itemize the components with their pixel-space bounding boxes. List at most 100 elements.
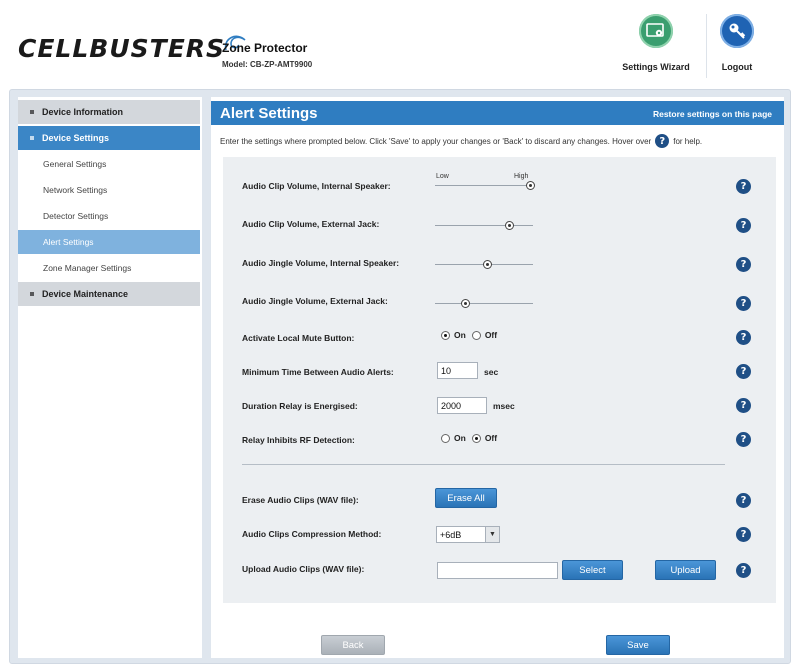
chevron-down-icon: ▼ — [485, 527, 499, 542]
radio-on-label: On — [454, 330, 466, 340]
back-button[interactable]: Back — [321, 635, 385, 655]
relay-duration-input[interactable] — [437, 397, 487, 414]
slider-thumb[interactable] — [482, 260, 492, 269]
relay-duration-label: Duration Relay is Energised: — [242, 401, 358, 411]
sidebar-item-label: Device Maintenance — [42, 289, 129, 299]
radio-off[interactable] — [471, 433, 481, 443]
sidebar-item-label: Network Settings — [43, 185, 108, 195]
settings-wizard-label: Settings Wizard — [622, 62, 690, 72]
relay-inhibits-label: Relay Inhibits RF Detection: — [242, 435, 355, 445]
audio-clip-external-slider[interactable] — [435, 221, 533, 231]
sidebar-item-detector-settings[interactable]: Detector Settings — [18, 204, 200, 228]
sidebar-item-device-settings[interactable]: Device Settings — [18, 126, 200, 150]
slider-low-label: Low — [436, 173, 449, 180]
min-time-input[interactable] — [437, 362, 478, 379]
header-divider — [706, 14, 707, 78]
slider-thumb[interactable] — [461, 299, 471, 308]
compression-select[interactable]: +6dB ▼ — [436, 526, 500, 543]
sidebar: Device Information Device Settings Gener… — [18, 97, 202, 658]
upload-button[interactable]: Upload — [655, 560, 716, 580]
audio-jingle-internal-slider[interactable] — [435, 260, 533, 270]
radio-on[interactable] — [441, 433, 450, 443]
slider-track — [435, 185, 533, 186]
sidebar-item-device-information[interactable]: Device Information — [18, 100, 200, 124]
slider-track — [435, 225, 533, 226]
local-mute-off-option[interactable]: Off — [471, 330, 498, 340]
instructions-text-end: for help. — [673, 136, 703, 146]
audio-jingle-internal-label: Audio Jingle Volume, Internal Speaker: — [242, 258, 400, 268]
audio-jingle-external-slider[interactable] — [435, 299, 533, 309]
audio-clip-internal-label: Audio Clip Volume, Internal Speaker: — [242, 181, 391, 191]
compression-label: Audio Clips Compression Method: — [242, 529, 382, 539]
relay-inhibits-on-option[interactable]: On — [441, 433, 466, 443]
help-icon[interactable]: ? — [736, 527, 751, 542]
bullet-icon — [30, 136, 34, 140]
relay-duration-unit: msec — [493, 401, 515, 411]
sidebar-item-label: General Settings — [43, 159, 107, 169]
audio-clip-internal-slider[interactable] — [435, 181, 536, 191]
sidebar-item-label: Alert Settings — [43, 237, 94, 247]
radio-off-label: Off — [484, 433, 498, 443]
help-icon[interactable]: ? — [736, 432, 751, 447]
help-icon[interactable]: ? — [736, 218, 751, 233]
min-time-unit: sec — [484, 367, 499, 377]
help-icon[interactable]: ? — [736, 296, 751, 311]
page-title: Alert Settings — [220, 105, 318, 122]
upload-audio-label: Upload Audio Clips (WAV file): — [242, 564, 365, 574]
main-panel: Alert Settings Restore settings on this … — [211, 97, 784, 658]
product-model: Model: CB-ZP-AMT9900 — [222, 60, 313, 69]
logout-button[interactable]: Logout — [712, 14, 762, 72]
settings-form: Low High Audio Clip Volume, Internal Spe… — [223, 157, 776, 603]
relay-inhibits-off-option[interactable]: Off — [471, 433, 498, 443]
help-icon[interactable]: ? — [736, 179, 751, 194]
slider-high-label: High — [514, 173, 529, 180]
sidebar-item-label: Device Information — [42, 107, 124, 117]
local-mute-on-option[interactable]: On — [441, 330, 466, 340]
sidebar-item-general-settings[interactable]: General Settings — [18, 152, 200, 176]
sidebar-item-label: Zone Manager Settings — [43, 263, 132, 273]
local-mute-radio-group: On Off — [441, 330, 503, 340]
audio-clip-external-label: Audio Clip Volume, External Jack: — [242, 219, 380, 229]
key-icon — [720, 14, 754, 48]
sidebar-item-label: Detector Settings — [43, 211, 109, 221]
section-divider — [242, 464, 725, 465]
sidebar-item-alert-settings[interactable]: Alert Settings — [18, 230, 200, 254]
help-icon[interactable]: ? — [736, 257, 751, 272]
bullet-icon — [30, 292, 34, 296]
radio-off-label: Off — [484, 330, 498, 340]
page-title-bar: Alert Settings Restore settings on this … — [211, 101, 784, 125]
min-time-label: Minimum Time Between Audio Alerts: — [242, 367, 394, 377]
relay-inhibits-radio-group: On Off — [441, 433, 503, 443]
local-mute-label: Activate Local Mute Button: — [242, 333, 355, 343]
sidebar-item-zone-manager-settings[interactable]: Zone Manager Settings — [18, 256, 200, 280]
product-info: Zone Protector Model: CB-ZP-AMT9900 — [222, 41, 312, 69]
sidebar-item-network-settings[interactable]: Network Settings — [18, 178, 200, 202]
upload-file-input[interactable] — [437, 562, 558, 579]
logout-label: Logout — [721, 62, 753, 72]
help-icon: ? — [655, 134, 670, 148]
help-icon[interactable]: ? — [736, 563, 751, 578]
logo: CELLBUSTERS — [18, 28, 249, 68]
slider-thumb[interactable] — [504, 221, 514, 230]
help-icon[interactable]: ? — [736, 398, 751, 413]
compression-value: +6dB — [440, 529, 462, 540]
sidebar-item-device-maintenance[interactable]: Device Maintenance — [18, 282, 200, 306]
settings-wizard-button[interactable]: Settings Wizard — [614, 14, 698, 72]
help-icon[interactable]: ? — [736, 364, 751, 379]
sidebar-item-label: Device Settings — [42, 133, 110, 143]
help-icon[interactable]: ? — [736, 330, 751, 345]
restore-settings-link[interactable]: Restore settings on this page — [653, 109, 772, 119]
slider-thumb[interactable] — [526, 181, 536, 190]
erase-all-button[interactable]: Erase All — [435, 488, 497, 508]
radio-on[interactable] — [441, 330, 450, 340]
help-icon[interactable]: ? — [736, 493, 751, 508]
radio-off[interactable] — [471, 330, 481, 340]
save-button[interactable]: Save — [606, 635, 670, 655]
logo-text: CELLBUSTERS — [18, 33, 226, 63]
instructions: Enter the settings where prompted below.… — [220, 134, 702, 148]
settings-wizard-icon — [639, 14, 673, 48]
slider-track — [435, 303, 533, 304]
select-file-button[interactable]: Select — [562, 560, 623, 580]
erase-audio-label: Erase Audio Clips (WAV file): — [242, 495, 359, 505]
radio-on-label: On — [454, 433, 466, 443]
